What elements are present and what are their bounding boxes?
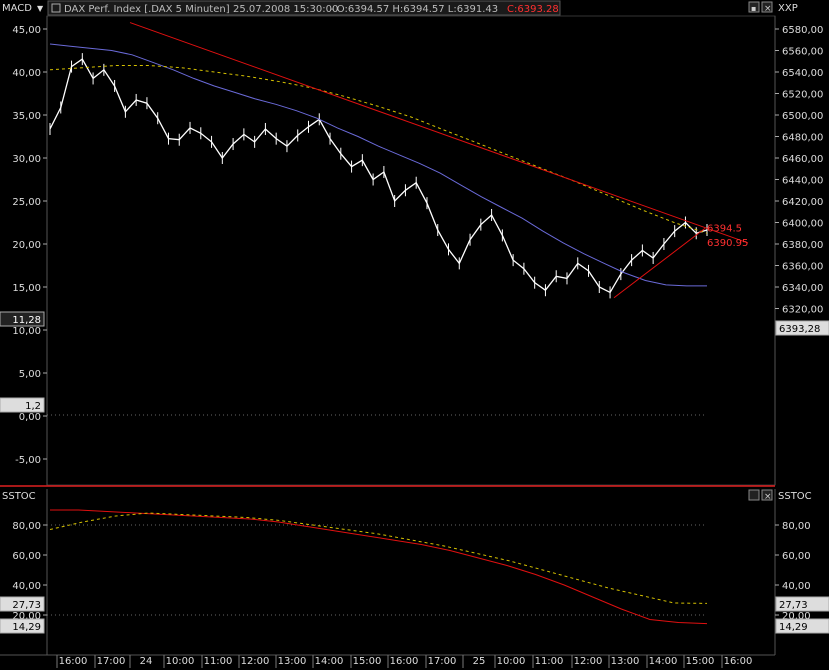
macd-tick-label: 20,00 [12,240,41,251]
price-indicator-label[interactable]: XXP [778,3,798,14]
time-label: 17:00 [428,656,457,667]
stoch-left-tick-label: 60,00 [12,551,41,562]
sstoc-right-label[interactable]: SSTOC [778,491,812,502]
time-label: 16:00 [724,656,753,667]
time-label: 13:00 [611,656,640,667]
time-label: 12:00 [574,656,603,667]
time-label: 14:00 [315,656,344,667]
header-ohl: - O:6394.57 H:6394.57 L:6391.43 [330,4,498,15]
price-tick-label: 6540,00 [782,68,823,79]
time-label: 16:00 [59,656,88,667]
macd-tick-label: -5,00 [15,455,41,466]
macd-tick-label: 10,00 [12,326,41,337]
time-label: 10:00 [166,656,195,667]
instrument-title: DAX Perf. Index [.DAX 5 Minuten] [64,4,230,15]
macd-tick-label: 15,00 [12,283,41,294]
stoch-right-tick-label: 80,00 [782,521,811,532]
macd-tick-label: 0,00 [19,412,41,423]
upper-window-icon[interactable]: ▪ [751,4,756,13]
trendline-value-lower: 6390.95 [707,238,748,249]
time-label: 15:00 [353,656,382,667]
stoch-right-tick-label: 60,00 [782,551,811,562]
macd-tick-label: 30,00 [12,154,41,165]
time-label: 17:00 [97,656,126,667]
time-label: 13:00 [278,656,307,667]
time-label: 11:00 [535,656,564,667]
price-tick-label: 6360,00 [782,262,823,273]
stoch-right-tick-label: 40,00 [782,581,811,592]
price-tick-label: 6420,00 [782,197,823,208]
macd-tick-label: 45,00 [12,25,41,36]
macd-tick-label: 35,00 [12,111,41,122]
stoch-k-marker-left: 14,29 [12,622,41,633]
macd-tick-label: 5,00 [19,369,41,380]
lower-window-button[interactable] [748,489,760,501]
time-label: 24 [140,656,153,667]
price-value-marker: 6393,28 [779,324,820,335]
price-tick-label: 6500,00 [782,111,823,122]
macd-signal-marker: 1,2 [25,401,41,412]
stoch-d-marker-right: 27,73 [779,600,808,611]
macd-indicator-label[interactable]: MACD [2,3,32,14]
dropdown-arrow-icon[interactable]: ▼ [37,4,44,13]
time-label: 25 [473,656,486,667]
time-label: 14:00 [649,656,678,667]
chart-canvas: MACD ▼ DAX Perf. Index [.DAX 5 Minuten] … [0,0,829,670]
stoch-left-tick-label: 40,00 [12,581,41,592]
price-tick-label: 6440,00 [782,176,823,187]
price-tick-label: 6380,00 [782,240,823,251]
price-tick-label: 6520,00 [782,90,823,101]
price-tick-label: 6560,00 [782,47,823,58]
stoch-left-tick-label: 80,00 [12,521,41,532]
header-datetime: 25.07.2008 15:30:00 [233,4,338,15]
time-label: 16:00 [390,656,419,667]
time-label: 11:00 [204,656,233,667]
price-tick-label: 6320,00 [782,305,823,316]
time-label: 12:00 [241,656,270,667]
macd-tick-label: 25,00 [12,197,41,208]
price-tick-label: 6580,00 [782,25,823,36]
sstoc-indicator-label[interactable]: SSTOC [2,491,36,502]
macd-value-marker: 11,28 [12,315,41,326]
price-tick-label: 6460,00 [782,154,823,165]
stoch-k-marker-right: 14,29 [779,622,808,633]
close-icon[interactable]: × [764,4,772,14]
trendline-value-upper: 6394.5 [707,223,742,234]
price-tick-label: 6480,00 [782,133,823,144]
price-tick-label: 6400,00 [782,219,823,230]
price-tick-label: 6340,00 [782,283,823,294]
time-label: 10:00 [497,656,526,667]
macd-tick-label: 40,00 [12,68,41,79]
stoch-d-marker-left: 27,73 [12,600,41,611]
header-close: C:6393.28 [507,4,559,15]
time-label: 15:00 [686,656,715,667]
close-icon[interactable]: × [764,492,772,502]
